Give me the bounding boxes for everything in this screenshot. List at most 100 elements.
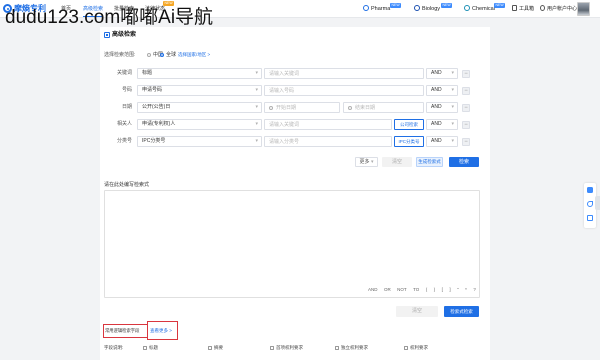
keyword-input[interactable] <box>264 68 424 79</box>
operator-select[interactable]: AND ▾ <box>426 136 458 147</box>
chevron-down-icon: ▾ <box>451 138 454 144</box>
expression-label: 请在此处编写检索式 <box>104 182 150 188</box>
operator-or[interactable]: OR <box>384 287 391 293</box>
operator-not[interactable]: NOT <box>397 287 407 293</box>
chevron-down-icon: ▾ <box>255 104 258 110</box>
operator-value: AND <box>431 70 442 76</box>
chevron-down-icon: ▾ <box>451 104 454 110</box>
operator-close-bracket[interactable]: ] <box>449 287 450 293</box>
radio-global-label[interactable]: 全球 <box>166 52 176 58</box>
page-title: 高级检索 <box>112 32 137 38</box>
product-link-biology[interactable]: Biology <box>422 6 440 12</box>
field-select[interactable]: IPC分类号 ▾ <box>137 136 262 147</box>
field-icon <box>270 346 274 350</box>
ipc-lookup-button[interactable]: IPC分类号 <box>394 136 424 147</box>
toolbox-link[interactable]: 工具箱 <box>519 6 534 12</box>
field-select[interactable]: 标题 ▾ <box>137 68 262 79</box>
field-icon <box>208 346 212 350</box>
operator-to[interactable]: TO <box>413 287 419 293</box>
field-select-value: 公开(公告)日 <box>142 104 171 110</box>
product-badge: NEW <box>441 3 453 8</box>
calendar-icon <box>269 105 273 110</box>
product-badge: NEW <box>494 3 506 8</box>
field-item-title: 标题 <box>149 345 158 350</box>
row-label: 关键词 <box>116 70 132 76</box>
expression-search-button[interactable]: 检索式检索 <box>444 306 479 317</box>
field-select-value: 标题 <box>142 70 153 76</box>
operator-close-paren[interactable]: ) <box>434 287 436 293</box>
operator-open-paren[interactable]: ( <box>426 287 428 293</box>
field-select[interactable]: 申请(专利权)人 ▾ <box>137 119 262 130</box>
field-select[interactable]: 公开(公告)日 ▾ <box>137 102 262 113</box>
remove-row-button[interactable]: − <box>462 137 470 146</box>
user-icon <box>540 5 545 11</box>
search-row-number: 号码 申请号码 ▾ AND ▾ − <box>0 85 600 96</box>
number-input[interactable] <box>264 85 424 96</box>
biology-icon <box>414 5 420 11</box>
chemical-icon <box>464 5 470 11</box>
radio-global[interactable] <box>160 53 164 57</box>
applicant-input[interactable] <box>264 119 392 130</box>
field-select-value: IPC分类号 <box>142 138 166 144</box>
field-icon <box>404 346 408 350</box>
scope-label: 选择检索范围: <box>104 52 136 58</box>
common-fields-label: 常用逻辑检索字段 <box>105 328 140 333</box>
search-row-classification: 分类号 IPC分类号 ▾ IPC分类号 AND ▾ − <box>0 136 600 147</box>
end-date-input[interactable] <box>355 103 415 112</box>
field-select[interactable]: 申请号码 ▾ <box>137 85 262 96</box>
remove-row-button[interactable]: − <box>462 103 470 112</box>
row-label: 日期 <box>121 104 132 110</box>
expression-textarea[interactable] <box>104 190 480 298</box>
operator-select[interactable]: AND ▾ <box>426 102 458 113</box>
chevron-down-icon: ▾ <box>255 87 258 93</box>
search-row-keyword: 关键词 标题 ▾ AND ▾ − <box>0 68 600 79</box>
field-item-independent-claim: 独立权利要求 <box>341 345 368 350</box>
radio-china[interactable] <box>147 53 151 57</box>
product-link-chemical[interactable]: Chemical <box>472 6 495 12</box>
row-label: 分类号 <box>116 138 132 144</box>
search-row-person: 相关人 申请(专利权)人 ▾ 公司检索 AND ▾ − <box>0 119 600 130</box>
select-country-link[interactable]: 选择国家/地区 > <box>178 52 210 58</box>
company-search-button[interactable]: 公司检索 <box>394 119 424 130</box>
more-dropdown-button[interactable]: 更多 ▾ <box>355 157 378 167</box>
clear-button[interactable]: 清空 <box>382 157 412 167</box>
operator-select[interactable]: AND ▾ <box>426 119 458 130</box>
operator-quote[interactable]: " <box>457 287 459 293</box>
field-desc-label: 字段说明: <box>104 345 124 350</box>
end-date-picker[interactable] <box>343 102 424 113</box>
classification-input[interactable] <box>264 136 392 147</box>
view-more-link[interactable]: 查看更多 > <box>150 328 172 334</box>
chevron-down-icon: ▾ <box>370 159 374 165</box>
phone-icon[interactable] <box>587 201 593 207</box>
clear-expression-button[interactable]: 清空 <box>396 306 438 317</box>
search-form-icon <box>104 32 110 38</box>
generate-expression-button[interactable]: 生成检索式 <box>416 157 443 167</box>
remove-row-button[interactable]: − <box>462 120 470 129</box>
field-item-abstract: 摘要 <box>214 345 223 350</box>
start-date-picker[interactable] <box>264 102 340 113</box>
product-link-pharma[interactable]: Pharma <box>371 6 390 12</box>
message-icon[interactable] <box>587 215 593 221</box>
operator-open-bracket[interactable]: [ <box>442 287 443 293</box>
collapse-tab[interactable] <box>595 196 600 210</box>
start-date-input[interactable] <box>276 103 336 112</box>
operator-select[interactable]: AND ▾ <box>426 68 458 79</box>
operator-select[interactable]: AND ▾ <box>426 85 458 96</box>
avatar[interactable] <box>577 2 590 16</box>
field-icon <box>143 346 147 350</box>
operator-wildcard[interactable]: * <box>465 287 467 293</box>
watermark-text: dudu123.com嘟嘟Ai导航 <box>5 7 214 28</box>
operator-single-wildcard[interactable]: ? <box>473 287 476 293</box>
search-row-date: 日期 公开(公告)日 ▾ AND ▾ − <box>0 102 600 113</box>
remove-row-button[interactable]: − <box>462 69 470 78</box>
account-center-link[interactable]: 用户帐户中心 <box>547 6 577 12</box>
chevron-down-icon: ▾ <box>255 138 258 144</box>
operator-and[interactable]: AND <box>368 287 378 293</box>
search-button[interactable]: 检索 <box>449 157 479 167</box>
chevron-down-icon: ▾ <box>255 121 258 127</box>
remove-row-button[interactable]: − <box>462 86 470 95</box>
operator-toolbar: AND OR NOT TO ( ) [ ] " * ? <box>368 287 476 293</box>
row-label: 号码 <box>121 87 132 93</box>
chat-icon[interactable] <box>587 187 593 193</box>
operator-value: AND <box>431 104 442 110</box>
